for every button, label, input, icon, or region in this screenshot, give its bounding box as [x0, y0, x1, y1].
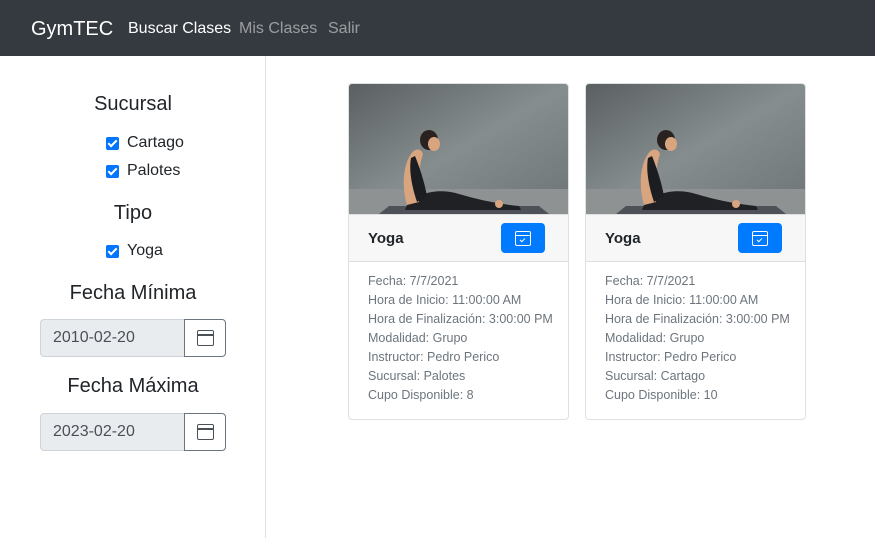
class-fecha: Fecha: 7/7/2021 — [368, 274, 459, 288]
class-sucursal: Sucursal: Palotes — [368, 369, 466, 383]
calendar-check-icon — [515, 230, 531, 246]
class-hora-inicio: Hora de Inicio: 11:00:00 AM — [368, 293, 522, 307]
class-hora-fin: Hora de Finalización: 3:00:00 PM — [605, 312, 790, 326]
checkbox-checked-icon[interactable] — [106, 136, 119, 150]
calendar-check-icon — [752, 230, 768, 246]
nav-mis-clases[interactable]: Mis Clases — [239, 19, 317, 39]
class-title: Yoga — [605, 230, 641, 247]
sucursal-heading: Sucursal — [94, 93, 172, 115]
class-card: Yoga Fecha: 7/7/2021 Hora de Inicio: 11:… — [348, 83, 569, 420]
fecha-maxima-calendar-button[interactable] — [184, 413, 226, 451]
class-cupo: Cupo Disponible: 10 — [605, 388, 718, 402]
class-details: Fecha: 7/7/2021 Hora de Inicio: 11:00:00… — [605, 272, 790, 405]
nav-salir[interactable]: Salir — [328, 19, 360, 39]
checkbox-yoga[interactable]: Yoga — [106, 241, 163, 261]
calendar-icon — [196, 424, 214, 440]
navbar: GymTEC Buscar Clases Mis Clases Salir — [0, 0, 875, 56]
class-instructor: Instructor: Pedro Perico — [605, 350, 737, 364]
fecha-maxima-picker: 2023-02-20 — [40, 413, 226, 451]
brand-logo[interactable]: GymTEC — [31, 17, 113, 41]
yoga-image — [349, 84, 568, 214]
class-card: Yoga Fecha: 7/7/2021 Hora de Inicio: 11:… — [585, 83, 806, 420]
checkbox-checked-icon[interactable] — [106, 164, 119, 178]
class-details: Fecha: 7/7/2021 Hora de Inicio: 11:00:00… — [368, 272, 553, 405]
class-modalidad: Modalidad: Grupo — [605, 331, 705, 345]
fecha-minima-heading: Fecha Mínima — [69, 282, 197, 304]
fecha-maxima-heading: Fecha Máxima — [67, 375, 199, 397]
class-title: Yoga — [368, 230, 404, 247]
class-sucursal: Sucursal: Cartago — [605, 369, 706, 383]
checkbox-checked-icon[interactable] — [106, 244, 119, 258]
class-modalidad: Modalidad: Grupo — [368, 331, 468, 345]
fecha-minima-picker: 2010-02-20 — [40, 319, 226, 357]
calendar-icon — [196, 330, 214, 346]
checkbox-label: Yoga — [127, 242, 163, 259]
card-header: Yoga — [586, 214, 805, 262]
fecha-minima-calendar-button[interactable] — [184, 319, 226, 357]
tipo-heading: Tipo — [113, 202, 153, 224]
checkbox-label: Palotes — [127, 162, 181, 179]
book-class-button[interactable] — [738, 223, 782, 253]
yoga-image — [586, 84, 805, 214]
book-class-button[interactable] — [501, 223, 545, 253]
class-cupo: Cupo Disponible: 8 — [368, 388, 474, 402]
checkbox-cartago[interactable]: Cartago — [106, 133, 184, 153]
filter-sidebar: Sucursal Cartago Palotes Tipo Yoga Fecha… — [0, 56, 266, 538]
checkbox-palotes[interactable]: Palotes — [106, 161, 180, 181]
fecha-maxima-input[interactable]: 2023-02-20 — [40, 413, 185, 451]
card-header: Yoga — [349, 214, 568, 262]
fecha-minima-input[interactable]: 2010-02-20 — [40, 319, 185, 357]
checkbox-label: Cartago — [127, 134, 184, 151]
class-fecha: Fecha: 7/7/2021 — [605, 274, 696, 288]
class-hora-inicio: Hora de Inicio: 11:00:00 AM — [605, 293, 759, 307]
nav-buscar-clases[interactable]: Buscar Clases — [128, 19, 231, 39]
class-instructor: Instructor: Pedro Perico — [368, 350, 500, 364]
class-hora-fin: Hora de Finalización: 3:00:00 PM — [368, 312, 553, 326]
